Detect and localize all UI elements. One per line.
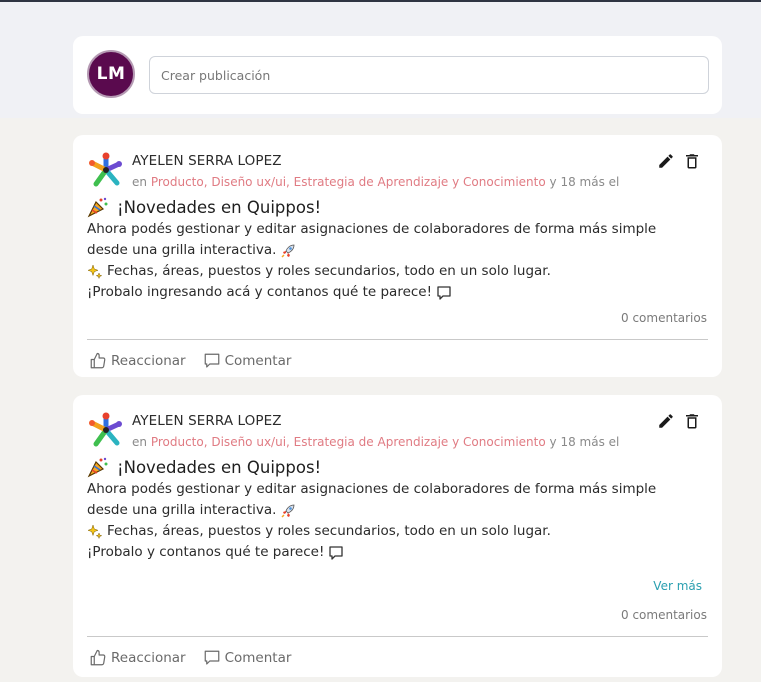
trash-icon[interactable]: [683, 412, 701, 430]
post-categories[interactable]: Producto, Diseño ux/ui, Estrategia de Ap…: [151, 435, 546, 449]
post-body-line: Ahora podés gestionar y editar asignacio…: [87, 221, 657, 237]
thumbs-up-icon: [90, 649, 106, 666]
post-actions: Reaccionar Comentar: [89, 352, 291, 370]
user-avatar[interactable]: LM: [87, 50, 135, 98]
post-meta: en Producto, Diseño ux/ui, Estrategia de…: [132, 435, 642, 449]
post-body-line: Fechas, áreas, puestos y roles secundari…: [107, 523, 551, 539]
sparkles-icon: [87, 523, 103, 539]
comment-label: Comentar: [224, 353, 292, 369]
meta-prefix: en: [132, 435, 147, 449]
post-title-text: ¡Novedades en Quippos!: [117, 197, 322, 217]
react-button[interactable]: Reaccionar: [89, 649, 186, 667]
see-more-link[interactable]: Ver más: [653, 579, 702, 593]
post-body-line: Fechas, áreas, puestos y roles secundari…: [107, 263, 551, 279]
react-button[interactable]: Reaccionar: [89, 352, 186, 370]
comment-label: Comentar: [224, 650, 292, 666]
meta-suffix: y 18 más el: [549, 175, 620, 189]
meta-prefix: en: [132, 175, 147, 189]
post-card: AYELEN SERRA LOPEZ en Producto, Diseño u…: [73, 135, 722, 377]
post-card: AYELEN SERRA LOPEZ en Producto, Diseño u…: [73, 395, 722, 677]
colorful-asterisk-logo: [89, 152, 122, 187]
rocket-icon: [281, 244, 295, 258]
post-body-line: desde una grilla interactiva.: [87, 242, 277, 258]
post-meta: en Producto, Diseño ux/ui, Estrategia de…: [132, 175, 642, 189]
divider: [87, 636, 708, 637]
speech-bubble-icon: [437, 285, 451, 300]
comment-button[interactable]: Comentar: [203, 649, 292, 667]
post-composer: LM: [73, 36, 722, 114]
pencil-icon[interactable]: [657, 152, 675, 170]
react-label: Reaccionar: [111, 353, 186, 369]
post-body-line: ¡Probalo y contanos qué te parece!: [87, 544, 325, 560]
comment-icon: [204, 650, 219, 665]
party-popper-icon: [87, 457, 108, 478]
thumbs-up-icon: [90, 352, 106, 369]
post-body: Ahora podés gestionar y editar asignacio…: [87, 479, 697, 563]
colorful-asterisk-logo: [89, 412, 122, 447]
post-body-line: ¡Probalo ingresando acá y contanos qué t…: [87, 284, 433, 300]
post-body-line: Ahora podés gestionar y editar asignacio…: [87, 481, 657, 497]
rocket-icon: [281, 504, 295, 518]
react-label: Reaccionar: [111, 650, 186, 666]
party-popper-icon: [87, 197, 108, 218]
divider: [87, 339, 708, 340]
speech-bubble-icon: [329, 545, 344, 560]
trash-icon[interactable]: [683, 152, 701, 170]
comments-count[interactable]: 0 comentarios: [621, 311, 707, 325]
pencil-icon[interactable]: [657, 412, 675, 430]
comments-count[interactable]: 0 comentarios: [621, 608, 707, 622]
sparkles-icon: [87, 263, 103, 279]
post-author[interactable]: AYELEN SERRA LOPEZ: [132, 153, 282, 169]
meta-suffix: y 18 más el: [549, 435, 620, 449]
post-title-text: ¡Novedades en Quippos!: [117, 457, 322, 477]
post-body: Ahora podés gestionar y editar asignacio…: [87, 219, 697, 303]
post-title: ¡Novedades en Quippos!: [87, 455, 321, 479]
comment-button[interactable]: Comentar: [203, 352, 292, 370]
post-author[interactable]: AYELEN SERRA LOPEZ: [132, 413, 282, 429]
post-title: ¡Novedades en Quippos!: [87, 195, 321, 219]
post-body-line: desde una grilla interactiva.: [87, 502, 277, 518]
comment-icon: [204, 353, 219, 368]
post-actions: Reaccionar Comentar: [89, 649, 291, 667]
post-categories[interactable]: Producto, Diseño ux/ui, Estrategia de Ap…: [151, 175, 546, 189]
create-post-input[interactable]: [149, 56, 709, 94]
